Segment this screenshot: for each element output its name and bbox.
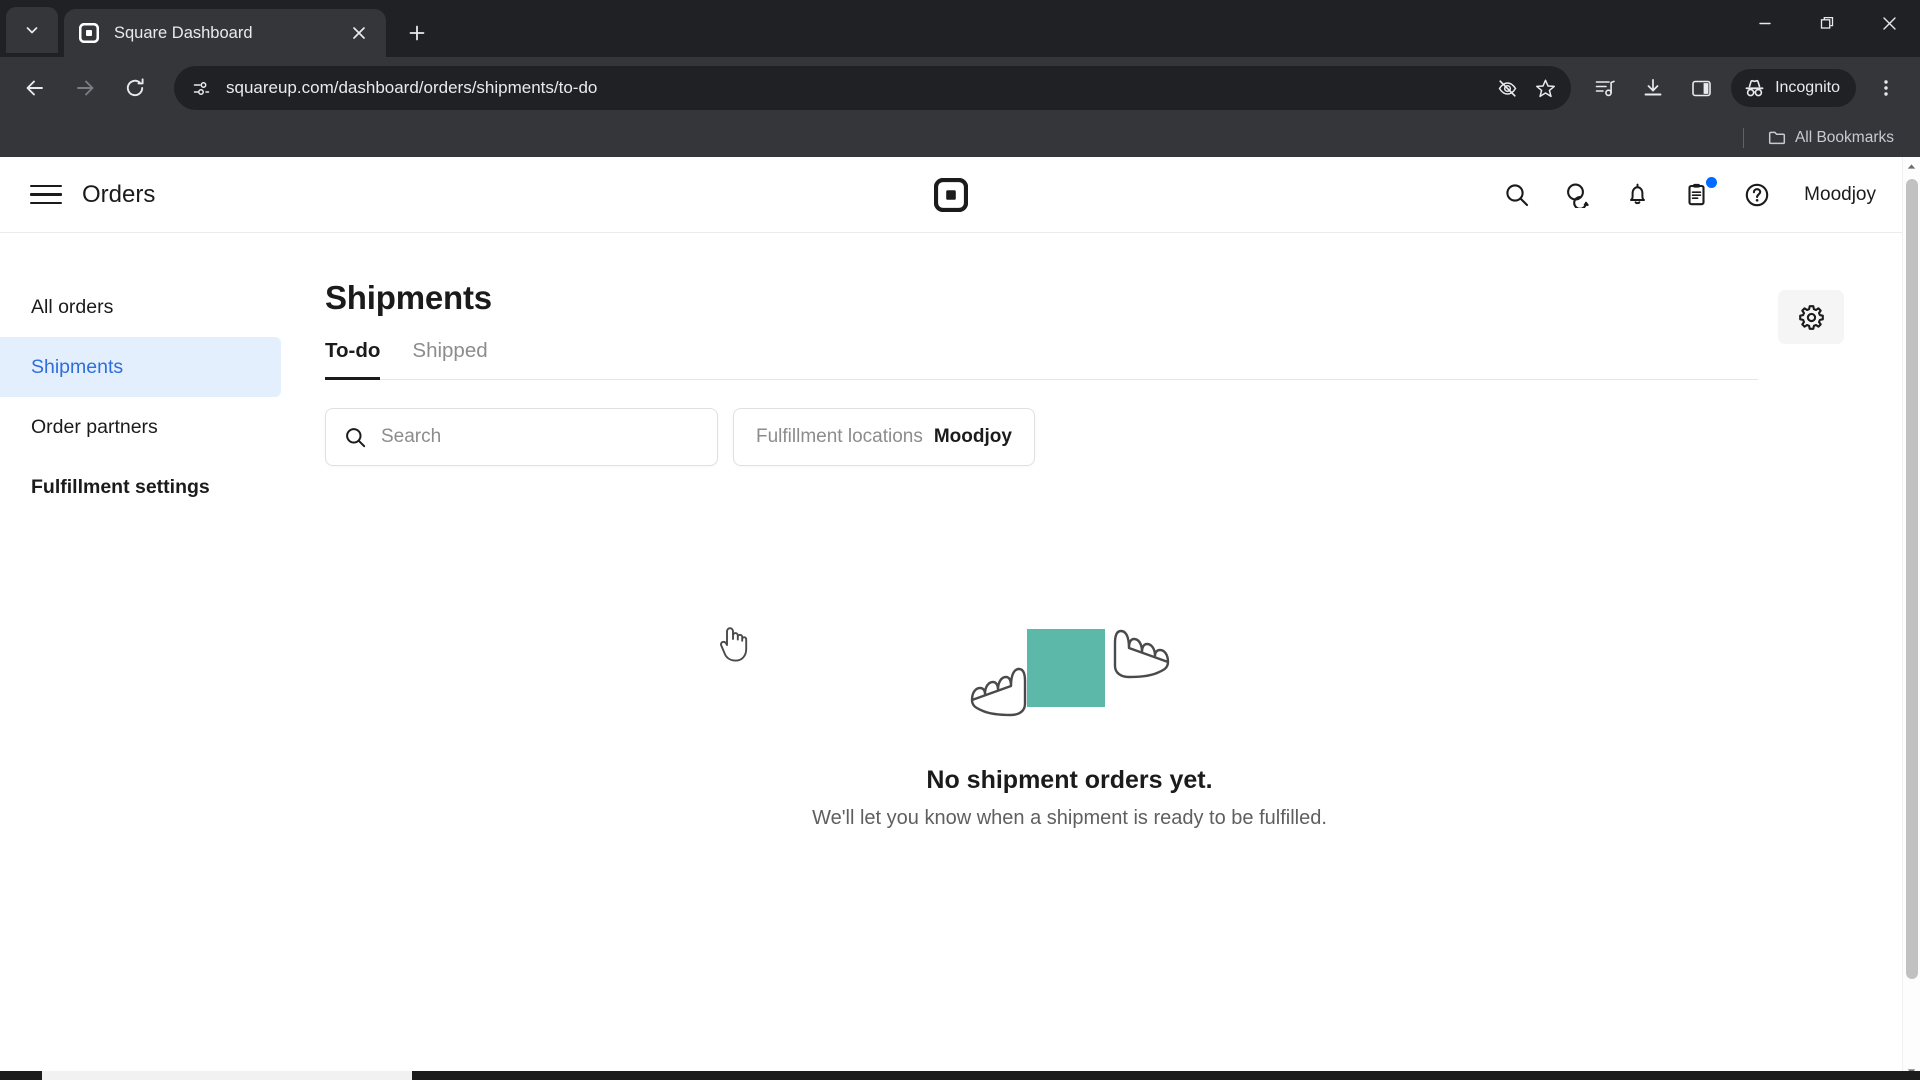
close-window-button[interactable]: [1858, 0, 1920, 46]
hands-holding-teal-package-icon: [970, 603, 1170, 726]
settings-button[interactable]: [1778, 290, 1844, 344]
three-dot-menu-icon: [1884, 80, 1888, 96]
search-icon: [346, 427, 366, 447]
tasks-clipboard-icon[interactable]: [1680, 176, 1718, 212]
tab-search-button[interactable]: [6, 7, 58, 53]
chevron-down-icon: [26, 27, 38, 34]
page-section-title: Orders: [82, 180, 156, 208]
gear-icon: [1798, 304, 1824, 330]
arrow-back-icon: [26, 80, 43, 96]
sidebar-item-order-partners[interactable]: Order partners: [0, 397, 281, 457]
page-horizontal-scrollbar[interactable]: [0, 1071, 1920, 1080]
maximize-window-button[interactable]: [1796, 0, 1858, 46]
fulfillment-locations-label: Fulfillment locations: [756, 426, 923, 447]
fulfillment-locations-filter[interactable]: Fulfillment locations Moodjoy: [733, 408, 1035, 466]
sidebar-item-label: Fulfillment settings: [31, 475, 210, 498]
page-title: Shipments: [325, 279, 492, 316]
app-header: Orders Moodjoy: [0, 157, 1902, 233]
arrow-forward-icon: [77, 80, 94, 96]
horizontal-scrollbar-thumb[interactable]: [42, 1071, 412, 1080]
page-info-icon[interactable]: [184, 71, 218, 105]
app-body: All orders Shipments Order partners Fulf…: [0, 233, 1902, 1062]
sidebar-item-label: Shipments: [31, 355, 124, 378]
fulfillment-locations-value: Moodjoy: [933, 426, 1012, 447]
square-dashboard-page: Orders Moodjoy All orders Shipments Orde…: [0, 157, 1902, 1062]
address-bar[interactable]: squareup.com/dashboard/orders/shipments/…: [174, 66, 1572, 110]
notification-badge: [1706, 176, 1718, 188]
star-icon[interactable]: [1527, 70, 1563, 106]
tab-to-do[interactable]: To-do: [325, 339, 381, 380]
messages-icon[interactable]: [1560, 178, 1594, 212]
empty-state-subtitle: We'll let you know when a shipment is re…: [812, 807, 1327, 829]
account-name[interactable]: Moodjoy: [1804, 184, 1876, 206]
side-panel-button[interactable]: [1679, 66, 1723, 110]
download-icon: [1644, 78, 1662, 96]
sidebar-item-fulfillment-settings[interactable]: Fulfillment settings: [0, 457, 281, 517]
browser-tab-title: Square Dashboard: [114, 23, 253, 42]
new-tab-button[interactable]: [398, 14, 436, 52]
search-input[interactable]: [381, 426, 699, 448]
scrollbar-thumb[interactable]: [1906, 179, 1918, 979]
main-content: Shipments To-do Shipped Search Fulfillme…: [281, 233, 1902, 1062]
browser-window: Square Dashboard squareup.com/dashboard/…: [0, 0, 1920, 1080]
restore-window-icon: [1820, 16, 1833, 29]
sidebar-item-label: Order partners: [31, 415, 158, 438]
incognito-label: Incognito: [1775, 79, 1840, 96]
browser-tab[interactable]: Square Dashboard: [64, 9, 386, 57]
back-button[interactable]: [13, 66, 57, 110]
media-playlist-icon: [1595, 80, 1615, 97]
help-icon[interactable]: [1740, 178, 1774, 212]
sidebar-item-shipments[interactable]: Shipments: [0, 337, 281, 397]
tab-shipped[interactable]: Shipped: [412, 339, 487, 379]
side-panel-icon: [1691, 80, 1711, 96]
search-input-wrapper[interactable]: [325, 408, 718, 466]
scroll-up-button[interactable]: [1903, 157, 1920, 175]
empty-state: No shipment orders yet. We'll let you kn…: [281, 603, 1902, 830]
hamburger-menu-icon[interactable]: [26, 175, 66, 215]
plus-icon: [409, 25, 425, 41]
window-controls: [1734, 0, 1920, 46]
reload-button[interactable]: [113, 66, 157, 110]
eye-slash-icon[interactable]: [1489, 70, 1525, 106]
download-button[interactable]: [1631, 66, 1675, 110]
chevron-up-icon: [1907, 163, 1916, 169]
incognito-indicator[interactable]: Incognito: [1731, 69, 1856, 107]
all-bookmarks-button[interactable]: All Bookmarks: [1760, 125, 1902, 151]
browser-menu-button[interactable]: [1864, 66, 1908, 110]
close-window-icon: [1882, 16, 1896, 30]
search-icon[interactable]: [1500, 178, 1534, 212]
tab-label: To-do: [325, 339, 381, 362]
page-viewport: Orders Moodjoy All orders Shipments Orde…: [0, 157, 1920, 1080]
reload-icon: [126, 78, 144, 97]
browser-toolbar: squareup.com/dashboard/orders/shipments/…: [0, 57, 1920, 119]
page-vertical-scrollbar[interactable]: [1902, 157, 1920, 1080]
minimize-window-button[interactable]: [1734, 0, 1796, 46]
incognito-hat-icon: [1745, 79, 1764, 96]
forward-button[interactable]: [63, 66, 107, 110]
app-header-actions: Moodjoy: [1500, 176, 1876, 212]
folder-icon: [1768, 131, 1785, 145]
content-tabs: To-do Shipped: [325, 339, 1758, 380]
sidebar-nav: All orders Shipments Order partners Fulf…: [0, 233, 281, 1062]
close-icon[interactable]: [346, 20, 372, 46]
all-bookmarks-label: All Bookmarks: [1794, 129, 1894, 146]
sidebar-item-label: All orders: [31, 295, 114, 318]
square-logo-icon: [78, 22, 100, 44]
sidebar-item-all-orders[interactable]: All orders: [0, 277, 281, 337]
notifications-bell-icon[interactable]: [1620, 178, 1654, 212]
browser-tab-strip: Square Dashboard: [0, 0, 1920, 57]
bookmarks-bar: All Bookmarks: [0, 119, 1920, 157]
tab-label: Shipped: [412, 339, 488, 362]
filter-row: Fulfillment locations Moodjoy: [325, 408, 1902, 466]
address-bar-url: squareup.com/dashboard/orders/shipments/…: [226, 78, 598, 97]
empty-state-title: No shipment orders yet.: [926, 766, 1213, 794]
minimize-icon: [1759, 22, 1771, 25]
media-playlist-button[interactable]: [1583, 66, 1627, 110]
square-logo-icon[interactable]: [933, 177, 969, 217]
bookmarks-divider: [1742, 128, 1744, 148]
